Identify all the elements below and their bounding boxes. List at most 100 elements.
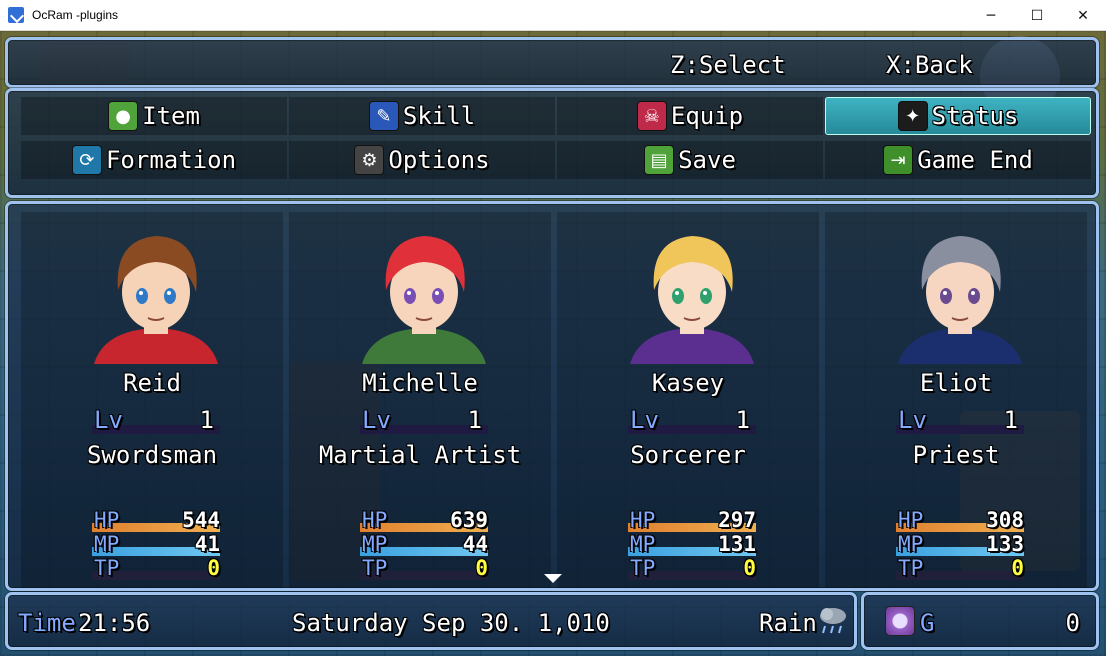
level-value: 1 [1003, 406, 1018, 434]
wand-icon: ✎ [368, 101, 399, 131]
character-class: Priest [912, 441, 1000, 469]
hp-gauge: HP 297 [628, 508, 756, 534]
character-name: Michelle [362, 369, 478, 397]
book-icon: ▤ [644, 145, 675, 175]
menu-command-label: Formation [105, 146, 237, 174]
hp-gauge: HP 544 [92, 508, 220, 534]
hp-gauge: HP 308 [896, 508, 1024, 534]
level-label: Lv [898, 406, 927, 434]
character-name: Reid [123, 369, 181, 397]
level-row: Lv 1 [92, 406, 220, 436]
gold-unit-label: G [920, 609, 935, 637]
mp-value: 133 [986, 532, 1024, 556]
character-class: Sorcerer [630, 441, 746, 469]
hp-value: 544 [182, 508, 220, 532]
level-value: 1 [199, 406, 214, 434]
tp-gauge: TP 0 [92, 556, 220, 582]
tp-gauge: TP 0 [360, 556, 488, 582]
mp-value: 131 [718, 532, 756, 556]
party-member-eliot[interactable]: Eliot Lv 1 Priest HP 308 MP 133 TP 0 [825, 212, 1087, 588]
help-window: Z:Select X:Back [5, 37, 1099, 88]
level-value: 1 [467, 406, 482, 434]
tp-label: TP [94, 556, 120, 580]
menu-command-equip[interactable]: ☠ Equip [557, 97, 823, 135]
party-member-kasey[interactable]: Kasey Lv 1 Sorcerer HP 297 MP 131 TP 0 [557, 212, 819, 588]
close-button[interactable]: ✕ [1060, 0, 1106, 31]
mp-gauge: MP 131 [628, 532, 756, 558]
party-status-window: Reid Lv 1 Swordsman HP 544 MP 41 TP 0 Michelle Lv 1 M… [5, 201, 1099, 591]
minimize-button[interactable]: ─ [968, 0, 1014, 31]
level-label: Lv [362, 406, 391, 434]
mp-label: MP [94, 532, 120, 556]
mp-label: MP [898, 532, 924, 556]
select-hint: Z:Select [670, 51, 786, 79]
game-canvas: Z:Select X:Back ● Item ✎ Skill ☠ Equip ✦ Status… [0, 31, 1106, 656]
menu-command-label: Equip [670, 102, 744, 130]
tp-gauge: TP 0 [628, 556, 756, 582]
hp-label: HP [630, 508, 656, 532]
party-member-michelle[interactable]: Michelle Lv 1 Martial Artist HP 639 MP 44 TP 0 [289, 212, 551, 588]
skull-icon: ☠ [636, 101, 667, 131]
tp-label: TP [362, 556, 388, 580]
hp-value: 639 [450, 508, 488, 532]
mp-value: 41 [194, 532, 220, 556]
character-portrait [630, 236, 754, 364]
time-label: Time [18, 609, 76, 637]
character-class: Martial Artist [318, 441, 522, 469]
menu-command-formation[interactable]: ⟳ Formation [21, 141, 287, 179]
level-value: 1 [735, 406, 750, 434]
menu-command-label: Item [142, 102, 200, 130]
gold-value: 0 [1065, 609, 1080, 637]
bag-icon: ● [108, 101, 139, 131]
maximize-button[interactable]: ☐ [1014, 0, 1060, 31]
menu-command-skill[interactable]: ✎ Skill [289, 97, 555, 135]
hp-label: HP [362, 508, 388, 532]
window-controls: ─ ☐ ✕ [968, 0, 1106, 31]
menu-command-label: Status [931, 102, 1019, 130]
gold-coin-icon [885, 606, 915, 636]
tp-label: TP [630, 556, 656, 580]
tp-value: 0 [743, 556, 756, 580]
window-title: OcRam -plugins [32, 8, 119, 22]
menu-command-game-end[interactable]: ⇥ Game End [825, 141, 1091, 179]
character-name: Kasey [651, 369, 725, 397]
mp-label: MP [630, 532, 656, 556]
character-portrait [94, 236, 218, 364]
tp-value: 0 [1011, 556, 1024, 580]
mp-value: 44 [462, 532, 488, 556]
gear-icon: ⚙ [354, 145, 385, 175]
mp-gauge: MP 41 [92, 532, 220, 558]
tp-label: TP [898, 556, 924, 580]
hp-gauge: HP 639 [360, 508, 488, 534]
menu-command-label: Save [678, 146, 736, 174]
menu-command-status[interactable]: ✦ Status [825, 97, 1091, 135]
info-window: Time 21:56 Saturday Sep 30. 1,010 Rain [5, 592, 857, 650]
boot-icon: ✦ [897, 101, 928, 131]
level-label: Lv [630, 406, 659, 434]
mp-gauge: MP 133 [896, 532, 1024, 558]
scroll-down-arrow-icon[interactable] [544, 574, 562, 583]
refresh-icon: ⟳ [71, 145, 102, 175]
menu-command-save[interactable]: ▤ Save [557, 141, 823, 179]
mp-gauge: MP 44 [360, 532, 488, 558]
menu-command-window: ● Item ✎ Skill ☠ Equip ✦ Status ⟳ Formation ⚙ Optio… [5, 88, 1099, 198]
character-name: Eliot [919, 369, 993, 397]
exit-door-icon: ⇥ [883, 145, 914, 175]
hp-label: HP [94, 508, 120, 532]
tp-value: 0 [475, 556, 488, 580]
app-icon [8, 7, 24, 23]
mp-label: MP [362, 532, 388, 556]
tp-value: 0 [207, 556, 220, 580]
level-row: Lv 1 [628, 406, 756, 436]
tp-gauge: TP 0 [896, 556, 1024, 582]
menu-command-label: Game End [917, 146, 1033, 174]
level-row: Lv 1 [896, 406, 1024, 436]
level-row: Lv 1 [360, 406, 488, 436]
weather-label: Rain [759, 609, 817, 637]
menu-command-options[interactable]: ⚙ Options [289, 141, 555, 179]
menu-command-item[interactable]: ● Item [21, 97, 287, 135]
hp-label: HP [898, 508, 924, 532]
party-member-reid[interactable]: Reid Lv 1 Swordsman HP 544 MP 41 TP 0 [21, 212, 283, 588]
hp-value: 297 [718, 508, 756, 532]
menu-command-label: Options [388, 146, 490, 174]
